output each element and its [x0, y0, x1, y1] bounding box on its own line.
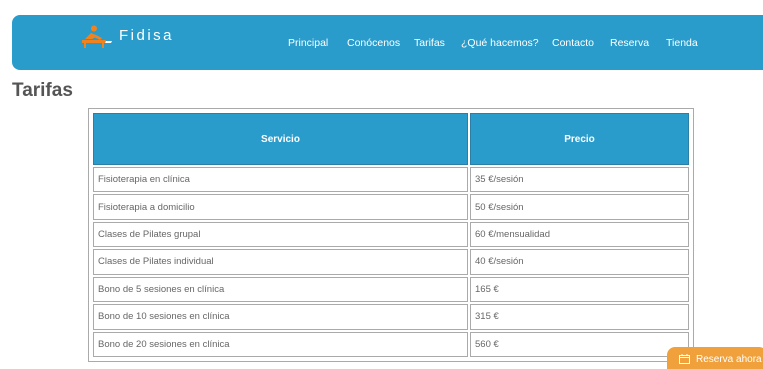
site-header: Fidisa Principal Conócenos Tarifas ¿Qué …	[12, 15, 763, 70]
price-cell: 560 €	[470, 331, 689, 357]
nav-item-tarifas[interactable]: Tarifas	[414, 37, 445, 49]
nav-item-reserva[interactable]: Reserva	[610, 37, 649, 49]
service-cell: Fisioterapia a domicilio	[93, 194, 468, 220]
table-header-row: Servicio Precio	[93, 113, 689, 165]
table-row: Fisioterapia a domicilio 50 €/sesión	[93, 194, 689, 220]
nav-item-conocenos[interactable]: Conócenos	[347, 37, 400, 49]
table-row: Bono de 5 sesiones en clínica 165 €	[93, 276, 689, 303]
nav-item-contacto[interactable]: Contacto	[552, 37, 594, 49]
calendar-icon	[679, 354, 690, 364]
table-row: Bono de 20 sesiones en clínica 560 €	[93, 331, 689, 357]
nav-item-que-hacemos[interactable]: ¿Qué hacemos?	[461, 37, 539, 49]
nav-item-tienda[interactable]: Tienda	[666, 37, 698, 49]
table-row: Fisioterapia en clínica 35 €/sesión	[93, 167, 689, 193]
main-nav: Principal Conócenos Tarifas ¿Qué hacemos…	[12, 37, 763, 53]
table-row: Clases de Pilates individual 40 €/sesión	[93, 249, 689, 275]
price-table: Servicio Precio Fisioterapia en clínica …	[88, 108, 694, 362]
service-cell: Bono de 10 sesiones en clínica	[93, 304, 468, 330]
page-title: Tarifas	[12, 80, 73, 101]
price-cell: 35 €/sesión	[470, 167, 689, 193]
service-cell: Bono de 5 sesiones en clínica	[93, 276, 468, 303]
column-header-precio: Precio	[470, 113, 689, 165]
service-cell: Fisioterapia en clínica	[93, 167, 468, 193]
price-cell: 40 €/sesión	[470, 249, 689, 275]
service-cell: Bono de 20 sesiones en clínica	[93, 331, 468, 357]
service-cell: Clases de Pilates individual	[93, 249, 468, 275]
price-cell: 50 €/sesión	[470, 194, 689, 220]
price-cell: 165 €	[470, 276, 689, 303]
table-row: Bono de 10 sesiones en clínica 315 €	[93, 304, 689, 330]
price-cell: 60 €/mensualidad	[470, 221, 689, 248]
book-now-label: Reserva ahora	[696, 353, 762, 365]
service-cell: Clases de Pilates grupal	[93, 221, 468, 248]
column-header-servicio: Servicio	[93, 113, 468, 165]
nav-item-principal[interactable]: Principal	[288, 37, 328, 49]
table-row: Clases de Pilates grupal 60 €/mensualida…	[93, 221, 689, 248]
price-cell: 315 €	[470, 304, 689, 330]
book-now-button[interactable]: Reserva ahora	[667, 347, 763, 369]
